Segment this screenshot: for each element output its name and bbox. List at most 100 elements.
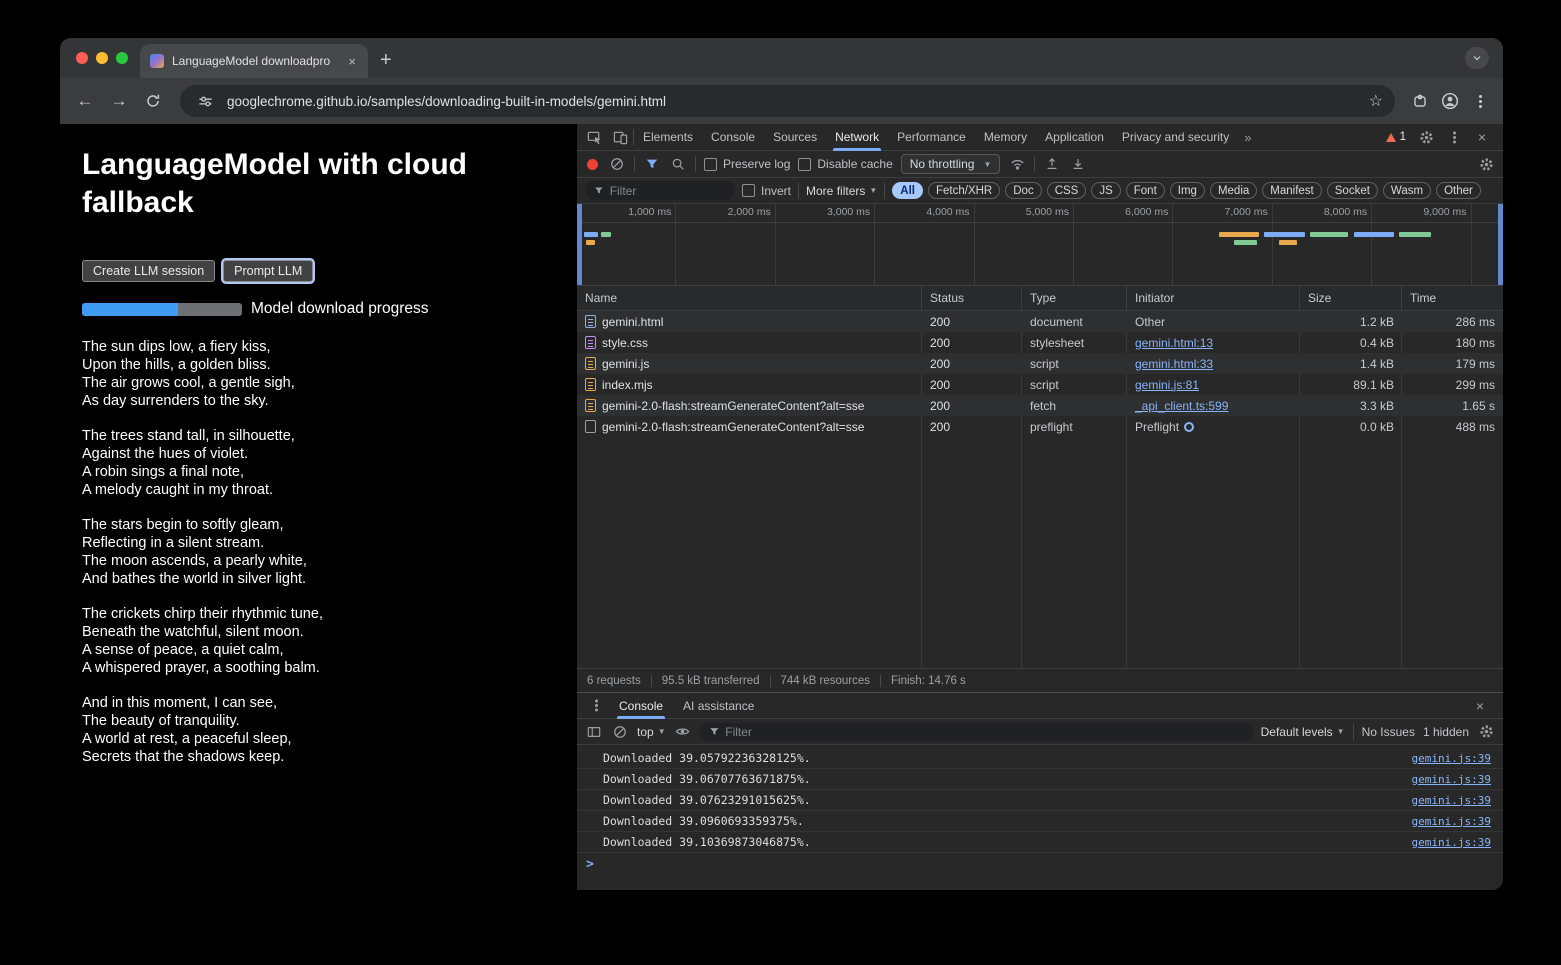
- drawer-close-icon[interactable]: ×: [1467, 693, 1493, 719]
- chip-manifest[interactable]: Manifest: [1262, 182, 1321, 199]
- address-bar[interactable]: googlechrome.github.io/samples/downloadi…: [180, 85, 1395, 117]
- back-button[interactable]: ←: [70, 86, 100, 116]
- console-filter-input[interactable]: [725, 725, 1243, 739]
- devtools-settings-icon[interactable]: [1413, 124, 1439, 150]
- more-tabs-button[interactable]: »: [1238, 130, 1257, 145]
- drawer-tab-console[interactable]: Console: [609, 693, 673, 719]
- chip-doc[interactable]: Doc: [1005, 182, 1041, 199]
- chip-other[interactable]: Other: [1436, 182, 1481, 199]
- preserve-log-checkbox[interactable]: Preserve log: [704, 157, 790, 171]
- network-overview-timeline[interactable]: 1,000 ms 2,000 ms 3,000 ms 4,000 ms 5,00…: [577, 204, 1503, 286]
- column-header-size[interactable]: Size: [1300, 286, 1402, 310]
- column-header-type[interactable]: Type: [1022, 286, 1127, 310]
- table-row[interactable]: gemini-2.0-flash:streamGenerateContent?a…: [577, 395, 1503, 416]
- export-har-icon[interactable]: [1043, 155, 1061, 173]
- chip-js[interactable]: JS: [1091, 182, 1120, 199]
- bookmark-star-icon[interactable]: ☆: [1369, 91, 1383, 111]
- console-source-link[interactable]: gemini.js:39: [1412, 773, 1491, 786]
- import-har-icon[interactable]: [1069, 155, 1087, 173]
- issues-status[interactable]: No Issues: [1362, 725, 1415, 739]
- create-llm-session-button[interactable]: Create LLM session: [82, 260, 215, 282]
- preflight-info-icon[interactable]: [1184, 422, 1194, 432]
- console-sidebar-icon[interactable]: [585, 723, 603, 741]
- chip-fetch-xhr[interactable]: Fetch/XHR: [928, 182, 1000, 199]
- context-selector[interactable]: top ▼: [637, 725, 666, 739]
- close-window-button[interactable]: [76, 52, 88, 64]
- console-source-link[interactable]: gemini.js:39: [1412, 815, 1491, 828]
- issues-warning-badge[interactable]: 1: [1381, 131, 1411, 143]
- chip-img[interactable]: Img: [1170, 182, 1205, 199]
- default-levels-dropdown[interactable]: Default levels ▼: [1261, 725, 1345, 739]
- tab-performance[interactable]: Performance: [888, 124, 975, 151]
- drawer-menu-icon[interactable]: [583, 693, 609, 719]
- eye-icon[interactable]: [674, 723, 692, 741]
- tab-search-button[interactable]: [1465, 47, 1489, 69]
- tab-close-icon[interactable]: ×: [346, 54, 358, 69]
- request-initiator-link[interactable]: gemini.js:81: [1135, 378, 1199, 392]
- chip-all[interactable]: All: [892, 182, 923, 199]
- request-initiator-link[interactable]: gemini.html:13: [1135, 336, 1213, 350]
- devtools-menu-icon[interactable]: [1441, 124, 1467, 150]
- throttling-select[interactable]: No throttling ▼: [901, 154, 1001, 174]
- chip-css[interactable]: CSS: [1047, 182, 1087, 199]
- request-initiator-link[interactable]: gemini.html:33: [1135, 357, 1213, 371]
- disable-cache-checkbox[interactable]: Disable cache: [798, 157, 892, 171]
- record-network-log-button[interactable]: [587, 159, 598, 170]
- tab-memory[interactable]: Memory: [975, 124, 1036, 151]
- tab-console[interactable]: Console: [702, 124, 764, 151]
- table-row[interactable]: gemini-2.0-flash:streamGenerateContent?a…: [577, 416, 1503, 437]
- console-prompt[interactable]: >: [577, 853, 1503, 875]
- more-filters-dropdown[interactable]: More filters ▼: [806, 184, 877, 198]
- column-header-initiator[interactable]: Initiator: [1127, 286, 1300, 310]
- chip-socket[interactable]: Socket: [1327, 182, 1378, 199]
- checkbox-icon: [704, 158, 717, 171]
- tab-sources[interactable]: Sources: [764, 124, 826, 151]
- fullscreen-window-button[interactable]: [116, 52, 128, 64]
- column-header-time[interactable]: Time: [1402, 286, 1503, 310]
- hidden-messages-count[interactable]: 1 hidden: [1423, 725, 1469, 739]
- minimize-window-button[interactable]: [96, 52, 108, 64]
- table-row[interactable]: index.mjs 200 script gemini.js:81 89.1 k…: [577, 374, 1503, 395]
- device-toolbar-icon[interactable]: [607, 124, 633, 150]
- network-filter-input[interactable]: [610, 184, 726, 198]
- table-row[interactable]: gemini.js 200 script gemini.html:33 1.4 …: [577, 353, 1503, 374]
- browser-menu-icon[interactable]: [1467, 88, 1493, 114]
- chip-media[interactable]: Media: [1210, 182, 1257, 199]
- filter-toggle-icon[interactable]: [643, 155, 661, 173]
- tab-elements[interactable]: Elements: [634, 124, 702, 151]
- tab-privacy-security[interactable]: Privacy and security: [1113, 124, 1238, 151]
- reload-button[interactable]: [138, 86, 168, 116]
- new-tab-button[interactable]: +: [380, 50, 392, 70]
- request-initiator-link[interactable]: _api_client.ts:599: [1135, 399, 1228, 413]
- devtools-tabbar: Elements Console Sources Network Perform…: [577, 124, 1503, 151]
- console-source-link[interactable]: gemini.js:39: [1412, 752, 1491, 765]
- search-icon[interactable]: [669, 155, 687, 173]
- prompt-llm-button[interactable]: Prompt LLM: [223, 260, 313, 282]
- forward-button[interactable]: →: [104, 86, 134, 116]
- inspect-element-icon[interactable]: [581, 124, 607, 150]
- site-settings-icon[interactable]: [192, 88, 218, 114]
- column-header-status[interactable]: Status: [922, 286, 1022, 310]
- devtools-close-icon[interactable]: ×: [1469, 124, 1495, 150]
- browser-tab[interactable]: LanguageModel downloadpro ×: [140, 44, 368, 78]
- console-settings-icon[interactable]: [1477, 723, 1495, 741]
- column-header-name[interactable]: Name: [577, 286, 922, 310]
- network-conditions-icon[interactable]: [1008, 155, 1026, 173]
- network-settings-icon[interactable]: [1477, 155, 1495, 173]
- console-source-link[interactable]: gemini.js:39: [1412, 836, 1491, 849]
- clear-console-icon[interactable]: [611, 723, 629, 741]
- console-source-link[interactable]: gemini.js:39: [1412, 794, 1491, 807]
- tab-application[interactable]: Application: [1036, 124, 1113, 151]
- overview-left-handle[interactable]: [577, 204, 582, 285]
- table-row[interactable]: gemini.html 200 document Other 1.2 kB 28…: [577, 311, 1503, 332]
- table-row[interactable]: style.css 200 stylesheet gemini.html:13 …: [577, 332, 1503, 353]
- invert-checkbox[interactable]: Invert: [742, 184, 791, 198]
- overview-right-handle[interactable]: [1498, 204, 1503, 285]
- chip-wasm[interactable]: Wasm: [1383, 182, 1431, 199]
- chip-font[interactable]: Font: [1126, 182, 1165, 199]
- profile-avatar-icon[interactable]: [1437, 88, 1463, 114]
- extensions-icon[interactable]: [1407, 88, 1433, 114]
- tab-network[interactable]: Network: [826, 124, 888, 151]
- drawer-tab-ai-assistance[interactable]: AI assistance: [673, 693, 764, 719]
- clear-network-log-icon[interactable]: [608, 155, 626, 173]
